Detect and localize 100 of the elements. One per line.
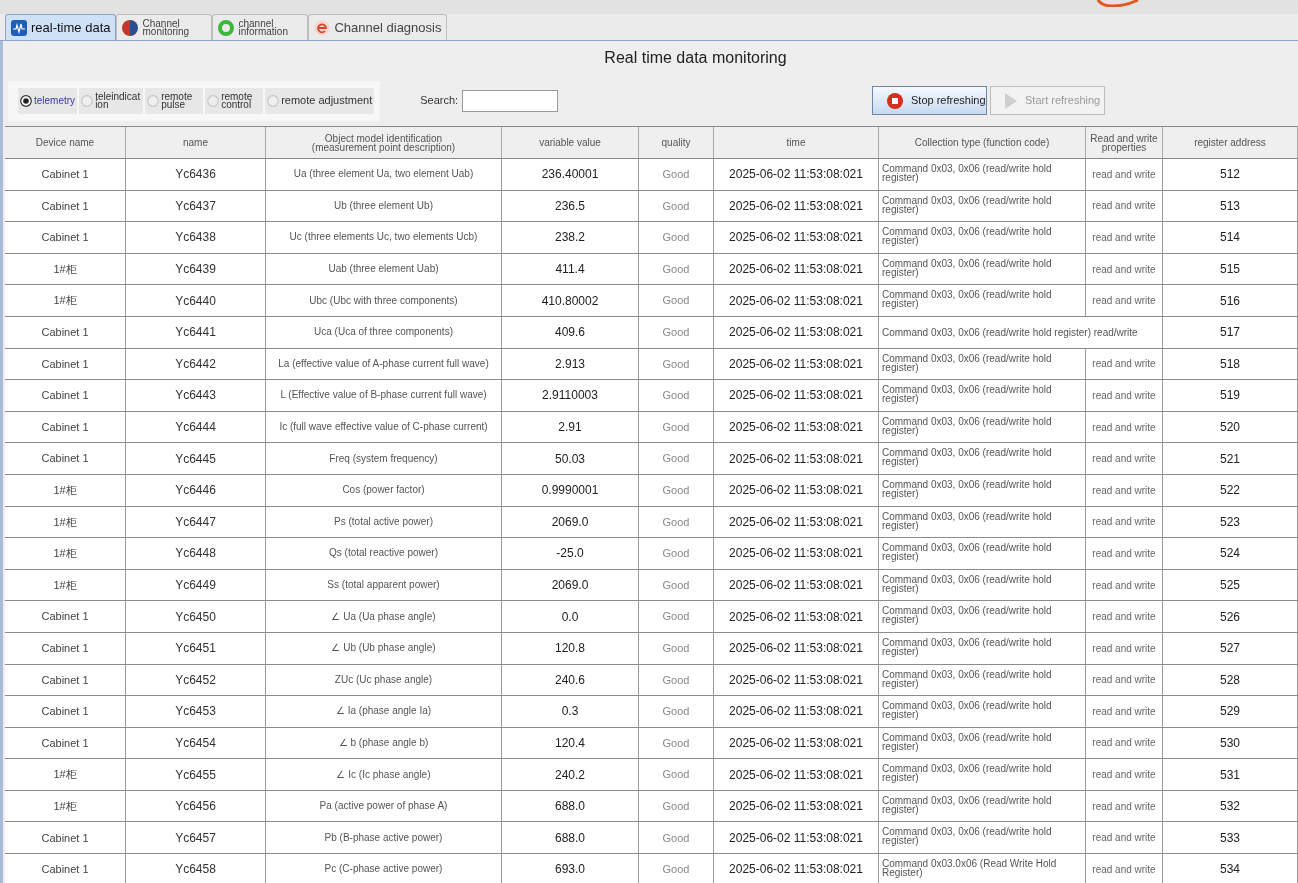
table-cell: 240.2	[502, 759, 639, 790]
table-cell: 238.2	[502, 222, 639, 253]
table-cell: 2025-06-02 11:53:08:021	[714, 664, 879, 696]
table-cell: 0.3	[502, 696, 639, 727]
table-cell: 236.40001	[502, 159, 639, 190]
table-cell: 1#柜	[5, 790, 126, 822]
table-cell: 688.0	[502, 790, 639, 822]
table-cell: 528	[1163, 664, 1298, 696]
table-cell: 2025-06-02 11:53:08:021	[714, 316, 879, 348]
table-cell: Yc6457	[126, 822, 266, 854]
table-cell: Yc6443	[126, 380, 266, 411]
tab[interactable]: Channel monitoring	[116, 14, 213, 40]
table-cell: 2025-06-02 11:53:08:021	[714, 538, 879, 569]
table-cell: 2025-06-02 11:53:08:021	[714, 474, 879, 506]
table-cell: Good	[639, 159, 714, 190]
table-cell: 525	[1163, 569, 1298, 601]
table-cell: Good	[639, 727, 714, 759]
ring-icon	[218, 19, 235, 36]
table-cell: Good	[639, 854, 714, 883]
tab[interactable]: real-time data	[5, 14, 117, 40]
sphere-icon	[122, 19, 139, 36]
table-cell: Command 0x03, 0x06 (read/write hold register)	[879, 285, 1086, 316]
table-cell: read and write	[1086, 854, 1163, 883]
column-header: Device name	[5, 127, 126, 158]
table-cell: 2025-06-02 11:53:08:021	[714, 222, 879, 253]
table-cell: 2025-06-02 11:53:08:021	[714, 190, 879, 222]
column-header: name	[126, 127, 266, 158]
table-cell: read and write	[1086, 569, 1163, 601]
table-cell: 410.80002	[502, 285, 639, 316]
table-cell: 519	[1163, 380, 1298, 411]
table-cell: 1#柜	[5, 569, 126, 601]
radio-option[interactable]: remote control	[205, 87, 264, 114]
table-cell: Pc (C-phase active power)	[266, 854, 502, 883]
table-cell: 521	[1163, 443, 1298, 474]
table-cell: Ps (total active power)	[266, 506, 502, 538]
table-cell: Good	[639, 285, 714, 316]
table-cell: read and write	[1086, 222, 1163, 253]
table-cell: 2025-06-02 11:53:08:021	[714, 443, 879, 474]
table-cell: 1#柜	[5, 474, 126, 506]
radio-option[interactable]: telemetry	[18, 87, 78, 114]
table-cell: 530	[1163, 727, 1298, 759]
table-cell: Good	[639, 538, 714, 569]
waveform-icon	[11, 19, 27, 36]
column-header: Read and write properties	[1086, 127, 1163, 158]
table-cell: Yc6442	[126, 348, 266, 380]
table-cell: read and write	[1086, 790, 1163, 822]
tab[interactable]: Channel diagnosis	[308, 14, 448, 40]
table-cell: Yc6440	[126, 285, 266, 316]
refresh-button[interactable]: Stop refreshing	[872, 86, 987, 115]
table-cell: Cabinet 1	[5, 380, 126, 411]
table-cell: Cos (power factor)	[266, 474, 502, 506]
table-cell: Yc6445	[126, 443, 266, 474]
table-cell: Command 0x03, 0x06 (read/write hold register)	[879, 569, 1086, 601]
table-cell: Uab (three element Uab)	[266, 253, 502, 285]
table-cell: 693.0	[502, 854, 639, 883]
table-cell: 0.0	[502, 601, 639, 632]
table-cell: Yc6447	[126, 506, 266, 538]
play-icon	[1005, 92, 1017, 109]
table-cell: 236.5	[502, 190, 639, 222]
table-cell: 2025-06-02 11:53:08:021	[714, 348, 879, 380]
table-cell: Ss (total apparent power)	[266, 569, 502, 601]
table-cell: Good	[639, 316, 714, 348]
table-cell: Cabinet 1	[5, 822, 126, 854]
table-cell: read and write	[1086, 506, 1163, 538]
table-cell: Cabinet 1	[5, 696, 126, 727]
table-cell: Cabinet 1	[5, 348, 126, 380]
table-cell: 0.9990001	[502, 474, 639, 506]
table-cell: ∠ Ic (Ic phase angle)	[266, 759, 502, 790]
table-cell: 526	[1163, 601, 1298, 632]
table-cell: 2025-06-02 11:53:08:021	[714, 159, 879, 190]
table-cell: Yc6439	[126, 253, 266, 285]
search-label: Search:	[420, 93, 459, 109]
table-cell: 2025-06-02 11:53:08:021	[714, 601, 879, 632]
page-title: Real time data monitoring	[604, 48, 787, 68]
table-cell: Command 0x03, 0x06 (read/write hold register)	[879, 411, 1086, 443]
table-cell: Yc6458	[126, 854, 266, 883]
table-cell: Cabinet 1	[5, 159, 126, 190]
radio-option[interactable]: remote pulse	[145, 87, 204, 114]
table-cell: Cabinet 1	[5, 632, 126, 664]
table-cell: Cabinet 1	[5, 411, 126, 443]
table-cell: Cabinet 1	[5, 601, 126, 632]
table-cell: 1#柜	[5, 538, 126, 569]
table-cell: Cabinet 1	[5, 190, 126, 222]
table-cell: -25.0	[502, 538, 639, 569]
table-cell: Pa (active power of phase A)	[266, 790, 502, 822]
column-header: Collection type (function code)	[879, 127, 1086, 158]
radio-option[interactable]: remote adjustment	[265, 87, 375, 114]
radio-option[interactable]: teleindication	[79, 87, 144, 114]
table-cell: Good	[639, 222, 714, 253]
tab[interactable]: channel information	[212, 14, 309, 40]
table-cell: read and write	[1086, 538, 1163, 569]
table-cell: Yc6455	[126, 759, 266, 790]
arc-icon	[1096, 0, 1140, 7]
table-cell: Good	[639, 790, 714, 822]
table-cell: Good	[639, 253, 714, 285]
table-cell: 2025-06-02 11:53:08:021	[714, 696, 879, 727]
table-cell: Good	[639, 759, 714, 790]
table-cell: Command 0x03, 0x06 (read/write hold register)	[879, 601, 1086, 632]
table-cell: Yc6450	[126, 601, 266, 632]
search-field[interactable]	[462, 89, 559, 112]
